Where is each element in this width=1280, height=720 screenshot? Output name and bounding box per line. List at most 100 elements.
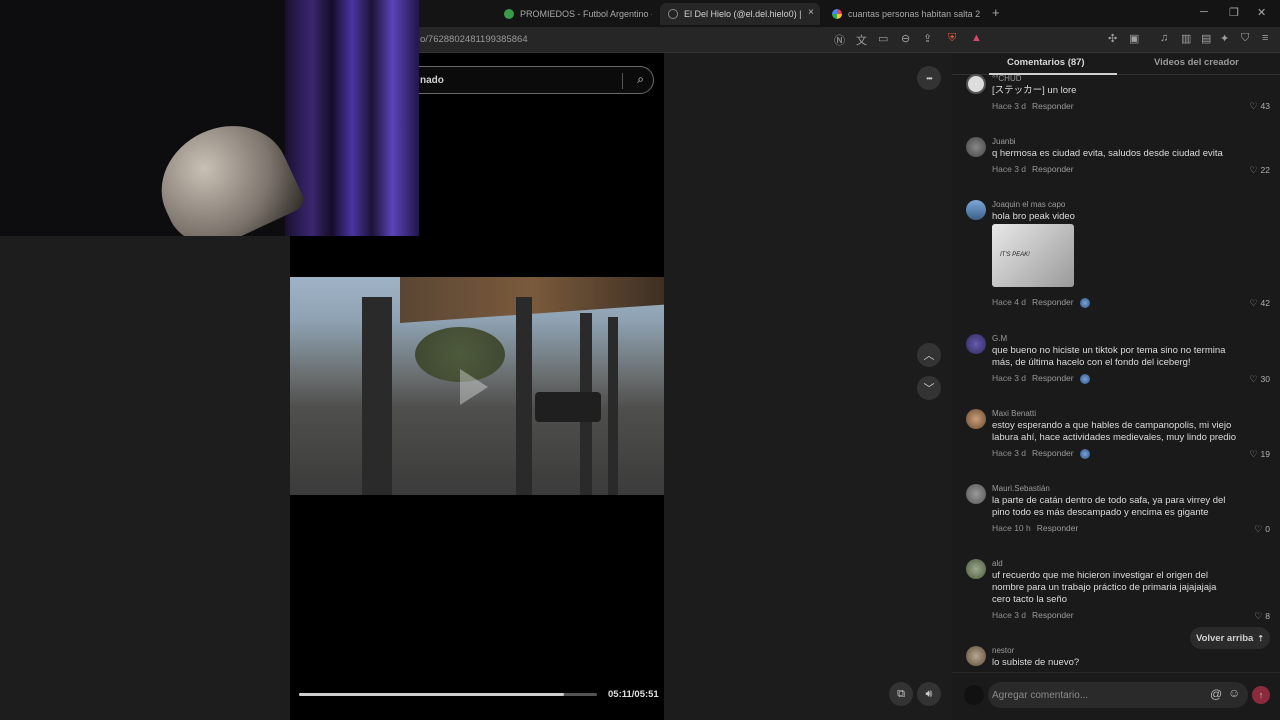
restore-icon[interactable]: ❐ [1229,6,1239,19]
like-count: 8 [1265,611,1270,621]
like-button[interactable]: ♡ 8 [1254,611,1270,622]
close-window-icon[interactable]: ✕ [1257,6,1266,19]
comment-user[interactable]: ald [992,559,1003,568]
avatar[interactable] [966,137,986,157]
comment-time: Hace 3 d [992,373,1027,383]
comment-user[interactable]: °°CHUD [992,74,1022,83]
avatar[interactable] [966,646,986,666]
share-icon[interactable]: ⇪ [923,32,932,45]
tab-comments[interactable]: Comentarios (87) [1007,57,1085,68]
comment: nestor lo subiste de nuevo? [966,646,1270,670]
comment-meta: Hace 4 d Responder [992,297,1090,308]
avatar[interactable] [966,334,986,354]
like-button[interactable]: ♡ 19 [1249,449,1270,460]
reply-button[interactable]: Responder [1037,523,1079,533]
like-button[interactable]: ♡ 43 [1249,101,1270,112]
wallet-icon[interactable]: ▤ [1201,32,1211,45]
media-icon[interactable]: ♫ [1160,32,1168,44]
comment-text: que bueno no hiciste un tiktok por tema … [992,345,1226,368]
comment-user[interactable]: Juanbi [992,137,1016,146]
reply-button[interactable]: Responder [1032,101,1074,111]
next-video-button[interactable]: ﹀ [917,376,941,400]
comment-text: hola bro peak video [992,211,1075,222]
avatar[interactable] [966,559,986,579]
comment: Mauri.Sebastián la parte de catán dentro… [966,484,1270,534]
url-field[interactable]: o/7628802481199385864 [420,34,528,45]
minimize-icon[interactable]: ─ [1200,6,1208,18]
comment-text: lo subiste de nuevo? [992,657,1080,668]
close-tab-icon[interactable]: × [808,7,814,18]
heart-icon: ♡ [1254,611,1263,621]
comment-user[interactable]: Mauri.Sebastián [992,484,1050,493]
send-comment-button[interactable]: ↑ [1252,686,1270,704]
like-button[interactable]: ♡ 22 [1249,165,1270,176]
comment: °°CHUD [ステッカー] un lore Hace 3 d Responder… [966,74,1270,114]
tab-promiedos[interactable]: PROMIEDOS - Futbol Argentino - Fu [496,3,652,25]
reader-mode-icon[interactable]: Ⓝ [834,32,845,48]
comment-user[interactable]: nestor [992,646,1014,655]
picture-in-picture-button[interactable]: ⧉ [889,682,913,706]
tab-creator-videos[interactable]: Videos del creador [1154,57,1239,68]
like-button[interactable]: ♡ 42 [1249,298,1270,309]
tab-tiktok[interactable]: El Del Hielo (@el.del.hielo0) | Tik × [660,3,820,25]
reply-button[interactable]: Responder [1032,164,1074,174]
reply-button[interactable]: Responder [1032,297,1074,307]
reply-button[interactable]: Responder [1032,373,1074,383]
like-button[interactable]: ♡ 30 [1249,374,1270,385]
comment-text: q hermosa es ciudad evita, saludos desde… [992,148,1223,159]
more-options-button[interactable]: ••• [917,66,941,90]
avatar[interactable] [966,484,986,504]
search-input[interactable]: nado [420,75,444,86]
like-button[interactable]: ♡ 0 [1254,524,1270,535]
my-avatar [964,685,984,705]
zoom-icon[interactable]: ⊖ [901,32,910,45]
comment-sticker-image[interactable]: IT'S PEAK! [992,224,1074,287]
google-favicon-icon [832,9,842,19]
comment-user[interactable]: Joaquin el mas capo [992,200,1065,209]
emoji-icon[interactable]: ☺ [1228,686,1240,700]
avatar[interactable] [966,409,986,429]
volume-button[interactable]: 🔊︎ [917,682,941,706]
extensions-icon[interactable]: ✣ [1108,32,1117,45]
screenshot-icon[interactable]: ▣ [1129,32,1139,45]
sticker-text: IT'S PEAK! [1000,252,1030,258]
brave-shield-icon[interactable]: ⛨ [948,32,956,45]
vpn-icon[interactable]: ⛉ [1241,32,1249,45]
new-tab-icon[interactable]: + [992,5,1000,20]
comment-user[interactable]: Maxi Benatti [992,409,1036,418]
reply-button[interactable]: Responder [1032,448,1074,458]
arrow-up-icon: ⇡ [1257,633,1265,643]
heart-icon: ♡ [1249,449,1258,459]
rewards-icon[interactable]: ▲ [971,32,982,44]
search-box[interactable]: nado ⌕ [400,66,654,94]
translate-icon[interactable]: 文 [856,32,867,48]
hand [142,105,308,236]
video-player[interactable] [290,277,664,495]
reply-button[interactable]: Responder [1032,610,1074,620]
video-progress-fill [299,693,565,696]
tiktok-favicon-icon [668,9,678,19]
sidebar-icon[interactable]: ▥ [1181,32,1191,45]
avatar[interactable] [966,74,986,94]
comment-input-wrapper[interactable]: @ ☺ [988,682,1248,708]
comment-user[interactable]: G.M [992,334,1007,343]
comment-text: [ステッカー] un lore [992,85,1077,96]
cast-icon[interactable]: ▭ [878,32,888,45]
previous-video-button[interactable]: ︿ [917,343,941,367]
search-icon[interactable]: ⌕ [637,72,644,87]
comment-text: estoy esperando a que hables de campanop… [992,420,1236,443]
menu-icon[interactable]: ≡ [1262,32,1268,44]
tab-google[interactable]: cuantas personas habitan salta 2026 [824,3,980,25]
leo-ai-icon[interactable]: ✦ [1220,32,1229,45]
comment-meta: Hace 3 d Responder [992,610,1074,620]
avatar[interactable] [966,200,986,220]
play-icon[interactable] [460,369,488,405]
scroll-to-top-button[interactable]: Volver arriba ⇡ [1190,627,1270,649]
mention-icon[interactable]: @ [1210,687,1222,701]
like-count: 22 [1260,165,1270,175]
webcam-overlay[interactable] [0,0,419,236]
panel-tabs: Comentarios (87) Videos del creador [952,53,1280,75]
promiedos-favicon-icon [504,9,514,19]
video-progress-bar[interactable] [299,693,597,696]
comment-input[interactable] [992,685,1202,705]
